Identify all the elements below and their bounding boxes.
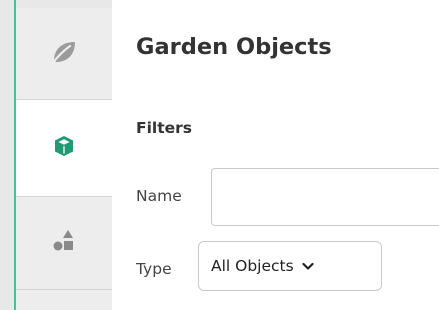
sidebar [0,0,112,310]
chevron-down-icon [302,262,314,271]
leaf-icon [50,39,78,69]
sidebar-tab-more[interactable] [16,290,112,310]
shapes-icon [51,228,77,258]
type-select-value: All Objects [211,257,294,275]
name-label: Name [136,187,182,205]
sidebar-tab-plants[interactable] [16,8,112,100]
page-title: Garden Objects [136,34,332,60]
type-label: Type [136,260,172,278]
type-select[interactable]: All Objects [198,241,382,291]
filters-heading: Filters [136,119,193,137]
main-panel: Garden Objects Filters Name Type All Obj… [112,0,439,310]
name-input[interactable] [211,168,439,226]
cube-icon [52,134,76,162]
sidebar-tab-objects[interactable] [16,100,112,196]
app-window: Garden Objects Filters Name Type All Obj… [0,0,439,310]
sidebar-tab-shapes[interactable] [16,196,112,290]
